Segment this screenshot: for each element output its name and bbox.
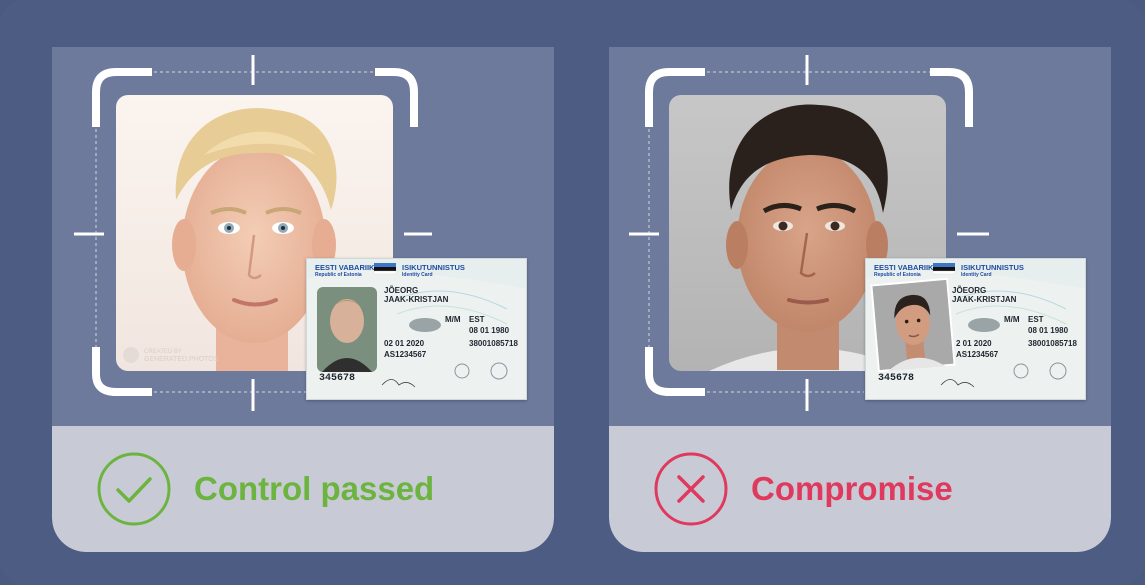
id-date-of-birth: 08 01 1980 bbox=[1028, 326, 1069, 335]
id-doc-title: ISIKUTUNNISTUS bbox=[402, 263, 465, 272]
status-compromise: Compromise bbox=[653, 452, 953, 526]
frame-corner-top-right bbox=[930, 68, 973, 127]
tampered-photo bbox=[870, 277, 956, 373]
id-card: EESTI VABARIIK Republic of Estonia ISIKU… bbox=[306, 258, 527, 400]
id-doc-title: ISIKUTUNNISTUS bbox=[961, 263, 1024, 272]
id-country: EESTI VABARIIK bbox=[874, 263, 934, 272]
frame-corner-bottom-left bbox=[645, 347, 705, 396]
status-passed: Control passed bbox=[96, 452, 435, 526]
frame-corner-top-left bbox=[645, 68, 705, 127]
id-surname: JÕEORG bbox=[952, 286, 987, 295]
verification-comparison: CREATED BY GENERATED.PHOTOS EESTI VABARI… bbox=[0, 0, 1145, 585]
scan-area: CREATED BY GENERATED.PHOTOS EESTI VABARI… bbox=[52, 47, 554, 426]
verification-card-passed: CREATED BY GENERATED.PHOTOS EESTI VABARI… bbox=[52, 47, 554, 552]
frame-corner-top-left bbox=[92, 68, 152, 127]
status-label: Compromise bbox=[751, 470, 953, 507]
id-given-names: JAAK-KRISTJAN bbox=[952, 295, 1017, 304]
frame-corner-bottom-left bbox=[92, 347, 152, 396]
status-label: Control passed bbox=[194, 470, 435, 507]
id-card-number: 345678 bbox=[319, 373, 356, 384]
id-date-of-expiry: 2 01 2020 bbox=[956, 339, 992, 348]
id-card: EESTI VABARIIK Republic of Estonia ISIKU… bbox=[865, 258, 1086, 400]
status-bar: Control passed bbox=[52, 426, 554, 552]
id-doc-title-en: Identity Card bbox=[961, 272, 992, 278]
frame-corner-top-right bbox=[375, 68, 418, 127]
id-document-number: AS1234567 bbox=[384, 350, 427, 359]
id-country-en: Republic of Estonia bbox=[874, 272, 921, 278]
id-nationality: EST bbox=[1028, 315, 1044, 324]
scan-area: EESTI VABARIIK Republic of Estonia ISIKU… bbox=[609, 47, 1111, 426]
id-given-names: JAAK-KRISTJAN bbox=[384, 295, 449, 304]
id-personal-code: 38001085718 bbox=[469, 339, 518, 348]
id-country-en: Republic of Estonia bbox=[315, 272, 362, 278]
id-card-number: 345678 bbox=[878, 373, 915, 384]
cross-circle-icon bbox=[654, 452, 728, 526]
id-document-number: AS1234567 bbox=[956, 350, 999, 359]
id-surname: JÕEORG bbox=[384, 286, 419, 295]
id-country: EESTI VABARIIK bbox=[315, 263, 375, 272]
id-doc-title-en: Identity Card bbox=[402, 272, 433, 278]
id-sex: M/M bbox=[1004, 315, 1020, 324]
id-sex: M/M bbox=[445, 315, 461, 324]
verification-card-compromise: EESTI VABARIIK Republic of Estonia ISIKU… bbox=[609, 47, 1111, 552]
status-bar: Compromise bbox=[609, 426, 1111, 552]
id-personal-code: 38001085718 bbox=[1028, 339, 1077, 348]
id-date-of-expiry: 02 01 2020 bbox=[384, 339, 425, 348]
id-date-of-birth: 08 01 1980 bbox=[469, 326, 510, 335]
id-nationality: EST bbox=[469, 315, 485, 324]
check-circle-icon bbox=[97, 452, 171, 526]
